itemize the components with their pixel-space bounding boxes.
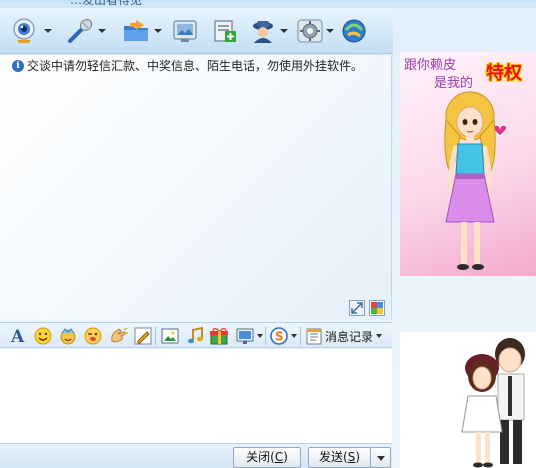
message-history-label: 消息记录 — [325, 329, 374, 344]
font-icon: A — [9, 326, 27, 346]
couple-show-ad[interactable] — [400, 332, 536, 468]
send-options-dropdown[interactable] — [370, 447, 391, 468]
group-chat-dropdown-icon — [280, 29, 288, 33]
message-area-corner-tools — [349, 300, 385, 316]
input-toolbar: A S 消息记录 — [0, 322, 392, 348]
close-shortcut-key: C — [274, 450, 284, 464]
gift-icon — [209, 327, 229, 345]
ad-slogan-line1: 跟你赖皮 — [404, 58, 457, 73]
ad-badge: 特权 — [486, 63, 522, 84]
toolbar-separator — [265, 327, 266, 345]
doodle-button[interactable] — [134, 326, 152, 346]
svg-text:A: A — [10, 327, 25, 346]
security-notice-text: 交谈中请勿轻信汇款、中奖信息、陌生电话，勿使用外挂软件。 — [27, 59, 364, 73]
history-log-icon — [306, 327, 322, 345]
pen-icon — [134, 327, 152, 345]
video-dropdown-icon — [44, 29, 52, 33]
music-note-icon — [185, 327, 205, 345]
cartoon-girl-icon — [436, 86, 506, 275]
video-camera-icon — [10, 18, 42, 44]
settings-icon — [296, 18, 324, 44]
folder-send-icon — [122, 18, 152, 44]
info-icon: i — [12, 59, 24, 72]
shake-hand-icon — [109, 327, 129, 345]
screenshot-icon — [236, 327, 254, 345]
show-avatar-ad[interactable]: 跟你赖皮 是我的 特权 — [400, 52, 536, 276]
currency-icon: S — [270, 327, 288, 345]
security-notice: i 交谈中请勿轻信汇款、中奖信息、陌生电话，勿使用外挂软件。 — [12, 57, 363, 74]
expand-icon[interactable] — [349, 300, 365, 316]
add-app-icon — [212, 18, 238, 44]
security-button[interactable] — [340, 18, 368, 44]
screen-capture-icon — [172, 18, 198, 44]
group-chat-button[interactable] — [250, 18, 288, 44]
message-history-area[interactable]: i 交谈中请勿轻信汇款、中奖信息、陌生电话，勿使用外挂软件。 — [0, 55, 392, 320]
shake-button[interactable] — [109, 326, 129, 346]
chat-toolbar — [0, 8, 400, 54]
screen-capture-button[interactable] — [172, 18, 198, 44]
send-button-label: 发送 — [318, 450, 343, 464]
wink-face-icon — [84, 327, 102, 345]
close-button[interactable]: 关闭(C) — [233, 447, 301, 468]
message-history-dropdown-icon — [376, 334, 383, 338]
message-history-button[interactable]: 消息记录 — [306, 326, 383, 346]
window-title: …发出看得见 — [70, 0, 143, 7]
send-file-button[interactable] — [122, 18, 162, 44]
font-button[interactable]: A — [9, 326, 27, 346]
message-input[interactable] — [0, 349, 392, 443]
send-shortcut-key: S — [347, 450, 356, 464]
payment-dropdown-icon — [291, 334, 297, 338]
action-bar: 关闭(C) 发送(S) — [0, 443, 392, 468]
send-file-dropdown-icon — [154, 29, 162, 33]
magic-emoji-button[interactable] — [59, 326, 77, 346]
image-icon — [161, 327, 179, 345]
video-button[interactable] — [10, 18, 52, 44]
send-image-button[interactable] — [161, 326, 179, 346]
color-palette-icon[interactable] — [369, 300, 385, 316]
payment-button[interactable]: S — [270, 326, 297, 346]
magic-face-icon — [59, 327, 77, 345]
voice-button[interactable] — [66, 18, 106, 44]
emoji-button[interactable] — [34, 326, 52, 346]
smiley-icon — [34, 327, 52, 345]
add-app-button[interactable] — [212, 18, 238, 44]
close-button-label: 关闭 — [246, 450, 271, 464]
group-chat-icon — [250, 18, 278, 44]
voice-dropdown-icon — [98, 29, 106, 33]
music-button[interactable] — [185, 326, 205, 346]
settings-button[interactable] — [296, 18, 334, 44]
toolbar-separator — [155, 327, 156, 345]
svg-text:S: S — [275, 330, 284, 344]
screenshot-button[interactable] — [236, 326, 263, 346]
cartoon-couple-icon — [460, 334, 536, 468]
toolbar-separator — [300, 327, 301, 345]
gift-button[interactable] — [209, 326, 229, 346]
send-button[interactable]: 发送(S) — [308, 447, 371, 468]
settings-dropdown-icon — [326, 29, 334, 33]
screenshot-dropdown-icon — [257, 334, 263, 338]
wink-button[interactable] — [84, 326, 102, 346]
firewall-icon — [340, 18, 368, 44]
microphone-icon — [66, 18, 96, 44]
title-bar: …发出看得见 — [0, 0, 536, 7]
